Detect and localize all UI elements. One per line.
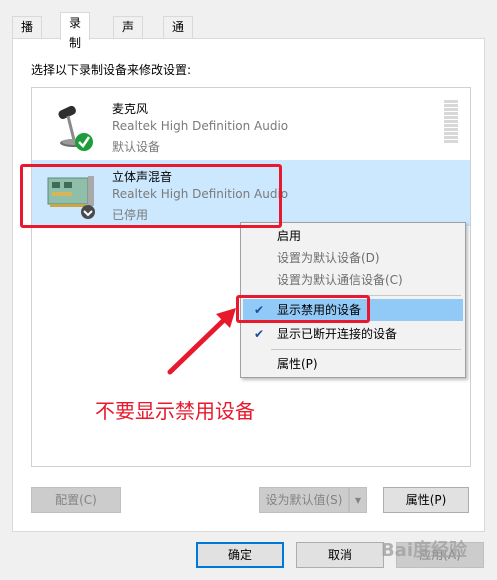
annotation-arrow-icon [167,308,236,375]
device-status: 默认设备 [112,140,161,154]
annotation-text: 不要显示禁用设备 [95,399,255,423]
set-default-button[interactable]: 设为默认值(S) [259,487,349,513]
tab-recording[interactable]: 录制 [60,12,91,50]
menu-separator [271,349,461,350]
set-default-dropdown-button[interactable]: ▾ [349,487,367,513]
tab-playback[interactable]: 播放 [12,16,43,54]
configure-button[interactable]: 配置(C) [31,487,121,513]
device-name: 麦克风 [112,102,149,116]
menu-item-enable[interactable]: 启用 [243,225,463,247]
device-item-microphone[interactable]: 麦克风 Realtek High Definition Audio 默认设备 [32,92,470,158]
device-description: Realtek High Definition Audio [112,119,289,133]
watermark-logo: Bai度经验 [380,540,467,561]
menu-item-properties[interactable]: 属性(P) [243,353,463,375]
level-meter [444,100,458,146]
tab-communications[interactable]: 通信 [163,16,194,54]
instruction-label: 选择以下录制设备来修改设置: [31,63,192,77]
highlight-box-menu-item [236,295,370,323]
menu-item-set-default[interactable]: 设置为默认设备(D) [243,247,463,269]
microphone-icon [58,105,93,151]
menu-item-set-default-comm[interactable]: 设置为默认通信设备(C) [243,269,463,291]
properties-button[interactable]: 属性(P) [383,487,469,513]
ok-button[interactable]: 确定 [196,542,284,568]
default-check-icon [75,133,93,151]
menu-item-show-disconnected[interactable]: ✔ 显示已断开连接的设备 [243,323,463,345]
tab-sounds[interactable]: 声音 [113,16,144,54]
check-icon: ✔ [253,327,265,341]
menu-item-label: 显示已断开连接的设备 [277,327,398,341]
highlight-box-device [20,164,282,228]
cancel-button[interactable]: 取消 [296,542,384,568]
